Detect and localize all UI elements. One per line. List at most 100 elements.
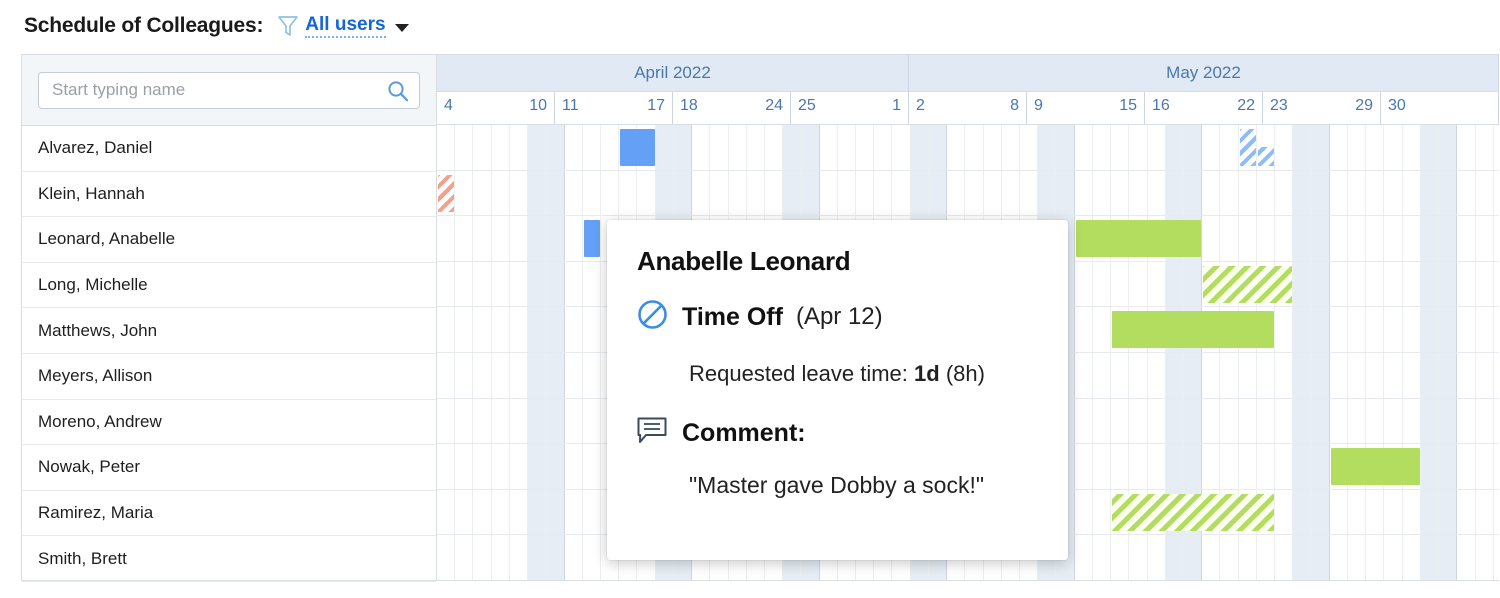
day-cell[interactable]: [1002, 170, 1021, 216]
search-box[interactable]: [38, 71, 420, 109]
day-cell[interactable]: [1202, 125, 1221, 170]
day-cell[interactable]: [1330, 261, 1348, 307]
day-cell[interactable]: [1330, 535, 1348, 580]
day-cell[interactable]: [1311, 489, 1330, 535]
day-cell[interactable]: [492, 170, 510, 216]
day-cell[interactable]: [1457, 307, 1476, 352]
day-cell[interactable]: [583, 307, 601, 352]
day-cell[interactable]: [1420, 444, 1440, 489]
day-cell[interactable]: [801, 125, 820, 170]
day-cell[interactable]: [1165, 170, 1185, 216]
day-cell[interactable]: [546, 535, 565, 580]
day-cell[interactable]: [528, 489, 547, 535]
day-cell[interactable]: [1293, 352, 1312, 398]
day-cell[interactable]: [1366, 535, 1385, 580]
day-cell[interactable]: [1439, 489, 1458, 535]
day-cell[interactable]: [1293, 444, 1312, 489]
schedule-bar[interactable]: [1203, 265, 1293, 303]
day-cell[interactable]: [583, 352, 601, 398]
day-cell[interactable]: [510, 261, 529, 307]
day-cell[interactable]: [528, 170, 547, 216]
user-filter[interactable]: All users: [277, 14, 409, 38]
day-cell[interactable]: [910, 170, 929, 216]
day-cell[interactable]: [510, 216, 529, 261]
day-cell[interactable]: [492, 489, 510, 535]
day-cell[interactable]: [673, 170, 693, 216]
day-cell[interactable]: [528, 398, 547, 444]
day-cell[interactable]: [1476, 125, 1494, 170]
day-cell[interactable]: [1220, 170, 1239, 216]
day-cell[interactable]: [1457, 125, 1476, 170]
day-cell[interactable]: [1311, 535, 1330, 580]
day-cell[interactable]: [510, 398, 529, 444]
day-cell[interactable]: [1348, 489, 1367, 535]
day-cell[interactable]: [1384, 261, 1403, 307]
day-cell[interactable]: [820, 170, 838, 216]
day-cell[interactable]: [1366, 489, 1385, 535]
day-cell[interactable]: [510, 307, 529, 352]
day-cell[interactable]: [473, 444, 492, 489]
day-cell[interactable]: [1457, 261, 1476, 307]
day-cell[interactable]: [655, 170, 674, 216]
day-cell[interactable]: [1348, 352, 1367, 398]
day-cell[interactable]: [528, 125, 547, 170]
day-cell[interactable]: [1384, 352, 1403, 398]
day-cell[interactable]: [455, 444, 474, 489]
day-cell[interactable]: [1420, 535, 1440, 580]
day-cell[interactable]: [910, 125, 929, 170]
day-cell[interactable]: [455, 261, 474, 307]
day-cell[interactable]: [747, 170, 765, 216]
schedule-bar[interactable]: [438, 174, 455, 212]
day-cell[interactable]: [1439, 307, 1458, 352]
day-cell[interactable]: [1093, 307, 1112, 352]
day-cell[interactable]: [601, 170, 620, 216]
day-cell[interactable]: [655, 125, 674, 170]
day-cell[interactable]: [1093, 352, 1112, 398]
day-cell[interactable]: [965, 170, 984, 216]
schedule-bar[interactable]: [583, 220, 600, 258]
day-cell[interactable]: [583, 444, 601, 489]
day-cell[interactable]: [783, 170, 802, 216]
day-cell[interactable]: [583, 398, 601, 444]
day-cell[interactable]: [1002, 125, 1021, 170]
day-cell[interactable]: [1293, 216, 1312, 261]
day-cell[interactable]: [583, 170, 601, 216]
person-row[interactable]: Meyers, Allison: [22, 354, 436, 400]
day-cell[interactable]: [437, 125, 456, 170]
day-cell[interactable]: [1403, 352, 1421, 398]
day-cell[interactable]: [1129, 398, 1148, 444]
day-cell[interactable]: [565, 535, 583, 580]
day-cell[interactable]: [565, 444, 583, 489]
day-cell[interactable]: [1038, 125, 1057, 170]
person-row[interactable]: Ramirez, Maria: [22, 491, 436, 537]
day-cell[interactable]: [1348, 170, 1367, 216]
day-cell[interactable]: [1330, 170, 1348, 216]
person-row[interactable]: Smith, Brett: [22, 536, 436, 582]
day-cell[interactable]: [565, 489, 583, 535]
day-cell[interactable]: [710, 125, 729, 170]
day-cell[interactable]: [1384, 535, 1403, 580]
day-cell[interactable]: [1457, 489, 1476, 535]
day-cell[interactable]: [1148, 125, 1166, 170]
day-cell[interactable]: [928, 170, 948, 216]
day-cell[interactable]: [1093, 261, 1112, 307]
day-cell[interactable]: [546, 352, 565, 398]
day-cell[interactable]: [1239, 444, 1257, 489]
day-cell[interactable]: [1202, 444, 1221, 489]
day-cell[interactable]: [1239, 216, 1257, 261]
day-cell[interactable]: [1476, 261, 1494, 307]
day-cell[interactable]: [1439, 352, 1458, 398]
day-cell[interactable]: [1075, 307, 1093, 352]
day-cell[interactable]: [1075, 352, 1093, 398]
day-cell[interactable]: [437, 216, 456, 261]
day-cell[interactable]: [1184, 170, 1203, 216]
day-cell[interactable]: [1311, 261, 1330, 307]
day-cell[interactable]: [1257, 170, 1276, 216]
day-cell[interactable]: [1366, 216, 1385, 261]
day-cell[interactable]: [473, 307, 492, 352]
day-cell[interactable]: [437, 261, 456, 307]
day-cell[interactable]: [1202, 398, 1221, 444]
day-cell[interactable]: [1275, 398, 1294, 444]
day-cell[interactable]: [1330, 352, 1348, 398]
day-cell[interactable]: [473, 398, 492, 444]
